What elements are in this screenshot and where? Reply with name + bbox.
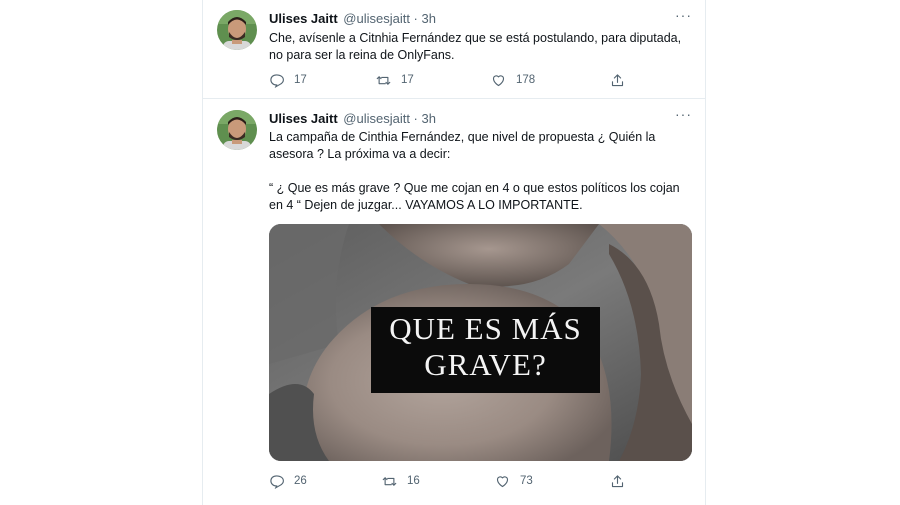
more-icon[interactable]: ··· [675, 107, 691, 126]
share-icon [611, 474, 624, 487]
heart-icon [496, 475, 509, 487]
heart-icon [492, 74, 505, 86]
like-button[interactable]: 178 [491, 71, 535, 89]
tweet-paragraph-1: La campaña de Cinthia Fernández, que niv… [269, 130, 656, 161]
retweet-button[interactable]: 16 [382, 472, 420, 490]
reply-button[interactable]: 26 [269, 472, 307, 490]
share-icon [611, 73, 624, 86]
tweet-text: La campaña de Cinthia Fernández, que niv… [269, 129, 689, 214]
overlay-line-1: QUE ES MÁS [389, 311, 582, 346]
media-caption-overlay: QUE ES MÁS GRAVE? [371, 307, 600, 393]
timeline-column: Ulises Jaitt @ulisesjaitt · 3h ··· Che, … [202, 0, 706, 505]
tweet-actions: 17 17 178 [269, 71, 669, 89]
tweet-media-image[interactable]: QUE ES MÁS GRAVE? [269, 224, 692, 461]
tweet[interactable]: Ulises Jaitt @ulisesjaitt · 3h ··· Che, … [203, 0, 705, 99]
reply-button[interactable]: 17 [269, 71, 307, 89]
author-name[interactable]: Ulises Jaitt [269, 111, 338, 126]
tweet-header: Ulises Jaitt @ulisesjaitt · 3h [269, 111, 436, 127]
like-count: 73 [520, 475, 533, 487]
author-name[interactable]: Ulises Jaitt [269, 11, 338, 26]
reply-icon [270, 73, 284, 88]
retweet-icon [376, 75, 391, 85]
tweet-text: Che, avísenle a Citnhia Fernández que se… [269, 30, 689, 64]
retweet-icon [382, 476, 397, 486]
tweet-paragraph-2: “ ¿ Que es más grave ? Que me cojan en 4… [269, 181, 680, 212]
share-button[interactable] [610, 472, 625, 490]
overlay-line-2: GRAVE? [424, 347, 547, 382]
retweet-count: 17 [401, 74, 414, 86]
like-count: 178 [516, 74, 536, 86]
tweet-header: Ulises Jaitt @ulisesjaitt · 3h [269, 11, 436, 27]
avatar-image [217, 10, 257, 50]
tweet[interactable]: Ulises Jaitt @ulisesjaitt · 3h ··· La ca… [203, 99, 705, 505]
reply-count: 17 [294, 74, 307, 86]
more-icon[interactable]: ··· [675, 8, 691, 27]
avatar[interactable] [217, 10, 257, 50]
avatar[interactable] [217, 110, 257, 150]
reply-icon [270, 474, 284, 489]
tweet-text-line: Che, avísenle a Citnhia Fernández que se… [269, 31, 682, 62]
like-button[interactable]: 73 [495, 472, 533, 490]
tweet-actions: 26 16 73 [269, 472, 669, 490]
reply-count: 26 [294, 475, 307, 487]
author-handle[interactable]: @ulisesjaitt · 3h [343, 11, 436, 26]
retweet-button[interactable]: 17 [376, 71, 414, 89]
share-button[interactable] [610, 71, 625, 89]
retweet-count: 16 [407, 475, 420, 487]
author-handle[interactable]: @ulisesjaitt · 3h [343, 111, 436, 126]
avatar-image [217, 110, 257, 150]
